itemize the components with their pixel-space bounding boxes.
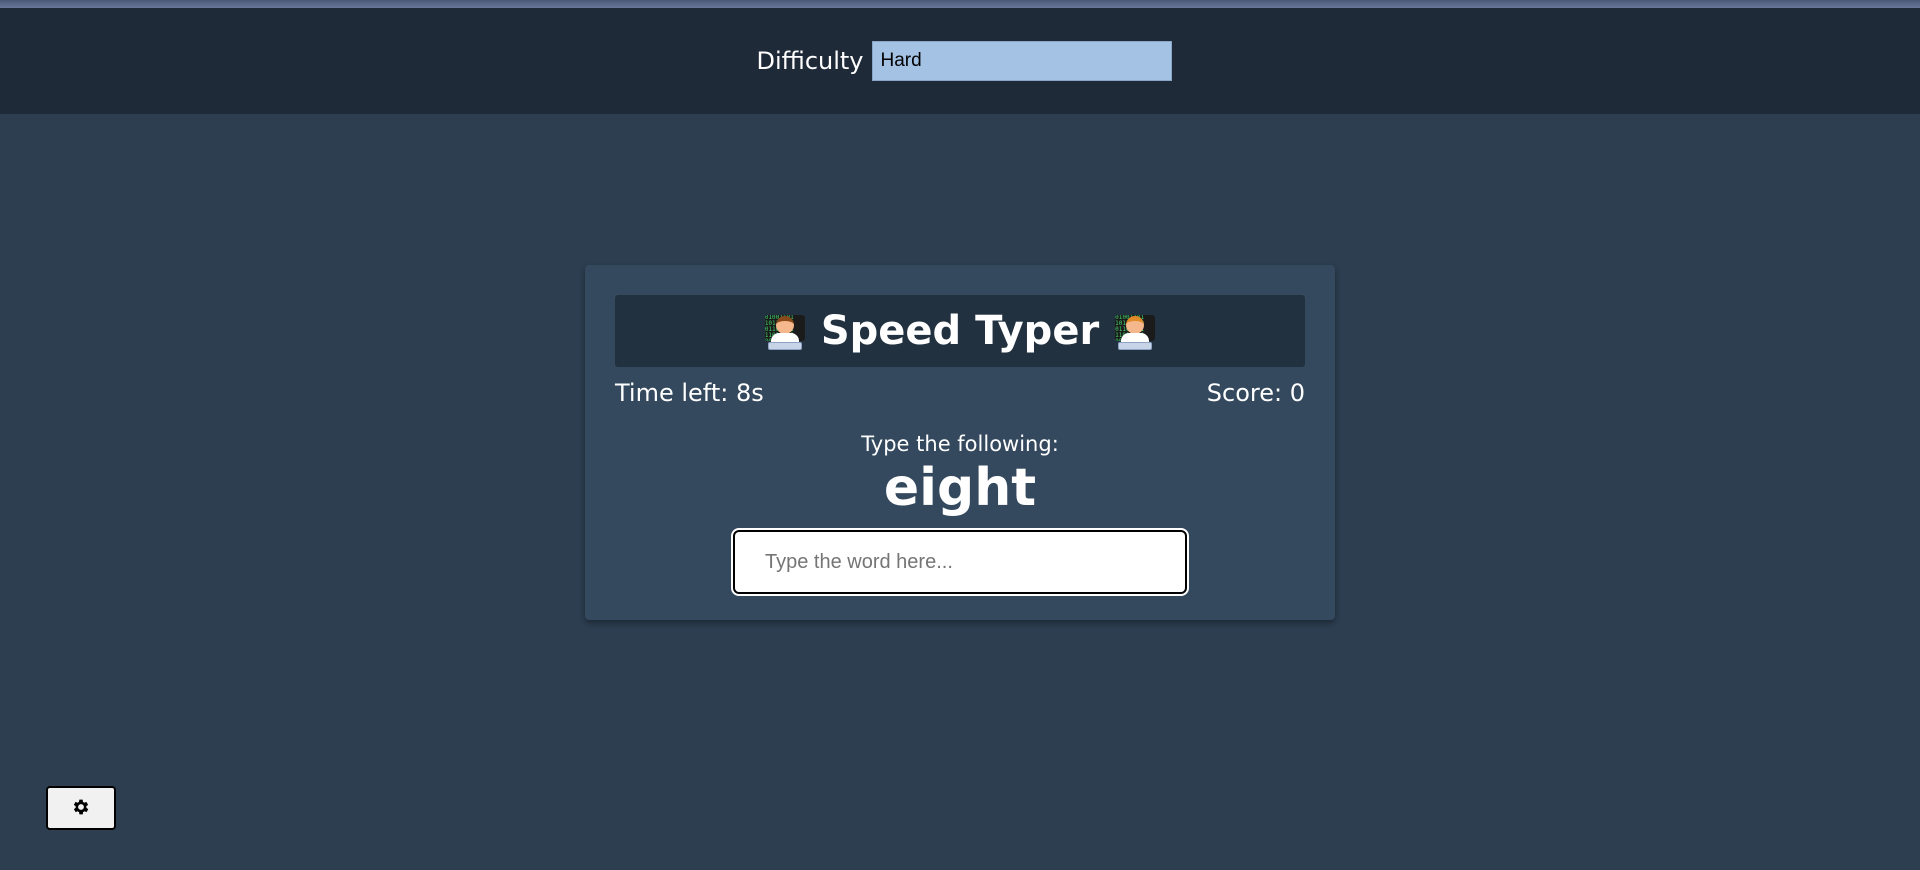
technologist-icon: 0100110110110010011010011101011000101101 xyxy=(1115,311,1156,351)
settings-button[interactable] xyxy=(46,786,116,830)
settings-bar: Difficulty Hard xyxy=(0,8,1920,114)
target-word: eight xyxy=(883,458,1037,518)
word-input-wrap xyxy=(615,528,1305,596)
difficulty-label: Difficulty xyxy=(756,47,864,75)
difficulty-form: Difficulty Hard xyxy=(756,41,1172,81)
game-title: Speed Typer xyxy=(820,308,1100,354)
difficulty-select[interactable]: Hard xyxy=(871,41,1172,81)
gear-icon xyxy=(71,797,91,820)
technologist-icon: 0100110110110010011010011101011000101101 xyxy=(764,311,805,351)
time-left: Time left: 8s xyxy=(615,379,764,407)
prompt-label: Type the following: xyxy=(861,432,1059,456)
window-top-strip xyxy=(0,0,1920,8)
word-input[interactable] xyxy=(731,528,1189,596)
stats-row: Time left: 8s Score: 0 xyxy=(615,379,1305,407)
title-box: 0100110110110010011010011101011000101101… xyxy=(615,295,1305,367)
score: Score: 0 xyxy=(1206,379,1305,407)
game-card: 0100110110110010011010011101011000101101… xyxy=(585,265,1335,620)
